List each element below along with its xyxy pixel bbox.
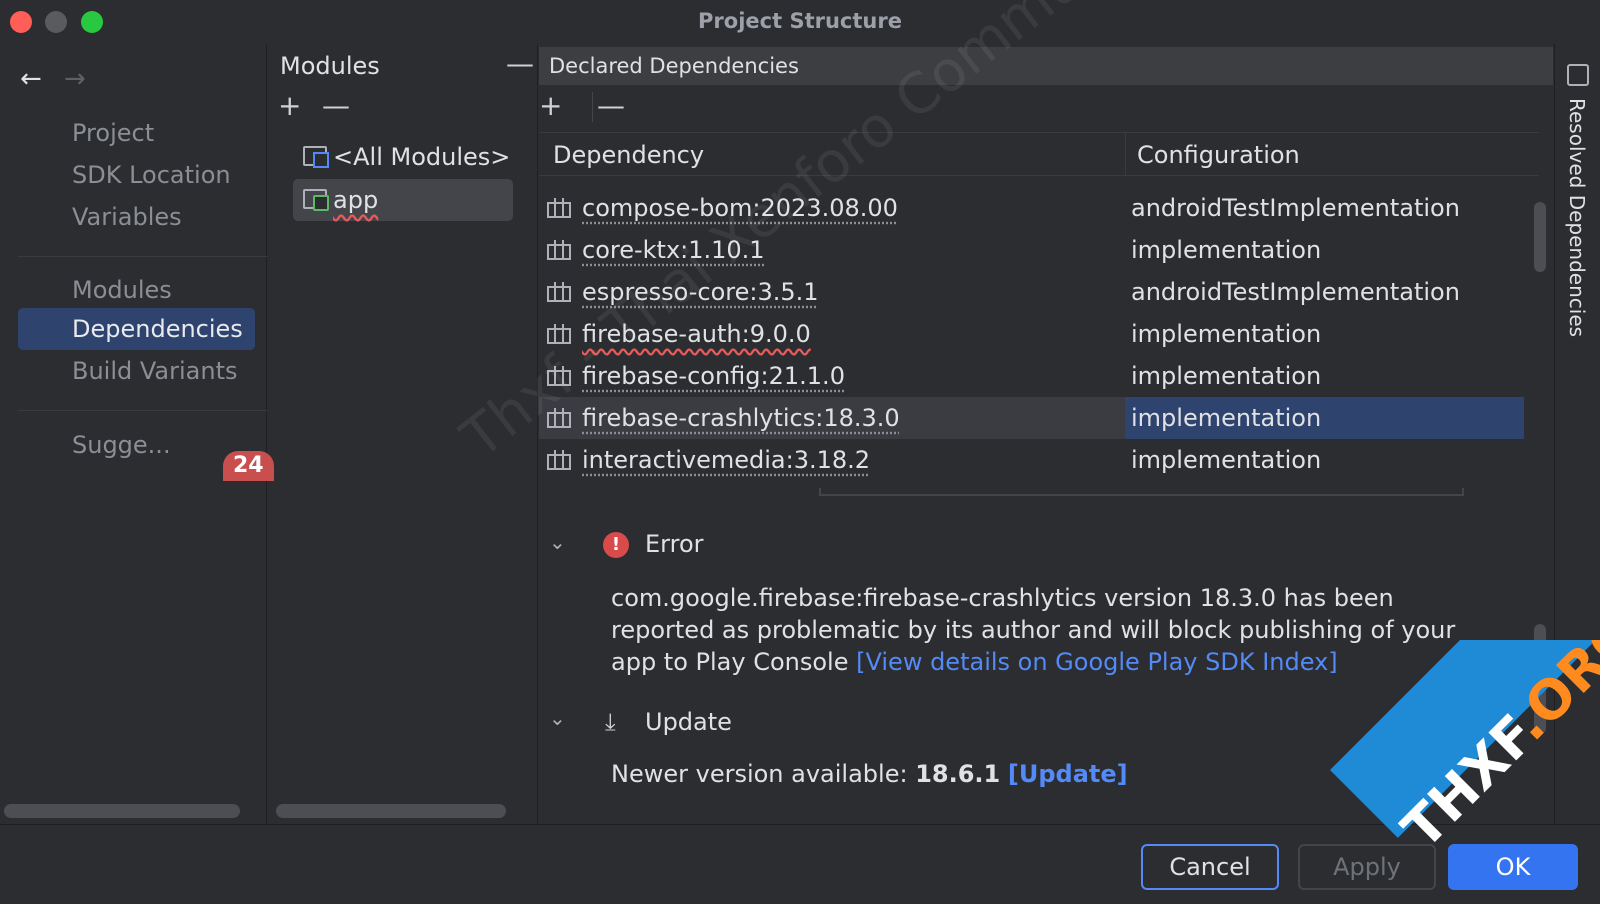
library-icon xyxy=(547,240,571,260)
remove-module-icon[interactable]: — xyxy=(322,92,350,120)
sidebar: ← → Project SDK Location Variables Modul… xyxy=(0,44,274,824)
declared-dependencies-title: Declared Dependencies xyxy=(539,47,1553,85)
table-row[interactable]: firebase-auth:9.0.0 implementation xyxy=(539,313,1524,355)
toolbar-divider xyxy=(592,92,593,122)
dependency-configuration: implementation xyxy=(1131,320,1322,348)
dependency-configuration: implementation xyxy=(1131,362,1322,390)
update-chevron-icon[interactable]: ⌄ xyxy=(549,706,566,730)
sidebar-item-suggestions[interactable]: Sugge... xyxy=(18,424,255,466)
add-module-icon[interactable]: + xyxy=(278,92,301,120)
error-icon: ! xyxy=(603,532,629,558)
dependency-configuration: implementation xyxy=(1131,446,1322,474)
sidebar-item-project[interactable]: Project xyxy=(18,112,255,154)
dependency-configuration: implementation xyxy=(1131,236,1322,264)
suggestions-count-badge: 24 xyxy=(223,451,274,481)
module-folder-icon xyxy=(303,189,329,211)
sidebar-divider xyxy=(18,256,267,257)
update-version: 18.6.1 xyxy=(915,760,1001,788)
update-message: Newer version available: 18.6.1 [Update] xyxy=(611,758,1128,790)
dependency-name: firebase-crashlytics:18.3.0 xyxy=(582,404,900,432)
cancel-button[interactable]: Cancel xyxy=(1141,844,1279,890)
sidebar-divider xyxy=(18,410,267,411)
error-chevron-icon[interactable]: ⌄ xyxy=(549,530,566,554)
module-item-app[interactable]: app xyxy=(293,179,513,221)
dependency-configuration: implementation xyxy=(1125,397,1524,439)
column-divider[interactable] xyxy=(1125,133,1126,177)
table-row[interactable]: firebase-config:21.1.0 implementation xyxy=(539,355,1524,397)
forward-arrow-icon[interactable]: → xyxy=(64,64,86,94)
modules-scrollbar[interactable] xyxy=(276,804,506,818)
error-title: Error xyxy=(645,530,704,558)
module-label: <All Modules> xyxy=(333,143,511,171)
add-dependency-icon[interactable]: + xyxy=(539,92,562,120)
corner-logo: THXF.ORG xyxy=(1330,640,1600,904)
update-link[interactable]: [Update] xyxy=(1008,760,1128,788)
sidebar-item-dependencies[interactable]: Dependencies xyxy=(18,308,255,350)
download-icon: ⤓ xyxy=(605,708,616,736)
table-scrollbar[interactable] xyxy=(1534,202,1546,272)
collapse-pane-icon[interactable]: — xyxy=(506,50,534,78)
resolved-dependencies-tab[interactable]: Resolved Dependencies xyxy=(1565,98,1589,337)
sidebar-item-sdk-location[interactable]: SDK Location xyxy=(18,154,255,196)
dependency-configuration: androidTestImplementation xyxy=(1131,194,1460,222)
remove-dependency-icon[interactable]: — xyxy=(597,92,625,120)
module-label: app xyxy=(333,186,379,214)
table-row[interactable]: compose-bom:2023.08.00 androidTestImplem… xyxy=(539,187,1524,229)
sidebar-item-build-variants[interactable]: Build Variants xyxy=(18,350,255,392)
table-row[interactable]: interactivemedia:3.18.2 implementation xyxy=(539,439,1524,481)
table-row-selected[interactable]: firebase-crashlytics:18.3.0 implementati… xyxy=(539,397,1524,439)
module-item-all[interactable]: <All Modules> xyxy=(293,136,513,178)
update-label: Newer version available: xyxy=(611,760,908,788)
sidebar-scrollbar[interactable] xyxy=(4,804,240,818)
title-bar: Project Structure xyxy=(0,0,1600,44)
resolved-dependencies-icon xyxy=(1567,64,1589,86)
table-hscroll-track[interactable] xyxy=(819,488,1464,496)
update-title: Update xyxy=(645,708,732,736)
sdk-index-link[interactable]: [View details on Google Play SDK Index] xyxy=(856,648,1338,676)
library-icon xyxy=(547,198,571,218)
library-icon xyxy=(547,282,571,302)
sidebar-item-variables[interactable]: Variables xyxy=(18,196,255,238)
sidebar-item-modules[interactable]: Modules xyxy=(18,269,255,311)
modules-title: Modules xyxy=(280,52,380,80)
dependency-name: interactivemedia:3.18.2 xyxy=(582,446,871,474)
dependency-table-body: compose-bom:2023.08.00 androidTestImplem… xyxy=(539,177,1539,532)
column-header-configuration[interactable]: Configuration xyxy=(1137,133,1300,177)
dependency-configuration: androidTestImplementation xyxy=(1131,278,1460,306)
window-title: Project Structure xyxy=(698,9,902,33)
back-arrow-icon[interactable]: ← xyxy=(20,64,42,94)
column-header-dependency[interactable]: Dependency xyxy=(553,133,704,177)
all-modules-folder-icon xyxy=(303,146,329,168)
table-header: Dependency Configuration xyxy=(539,132,1539,177)
library-icon xyxy=(547,450,571,470)
